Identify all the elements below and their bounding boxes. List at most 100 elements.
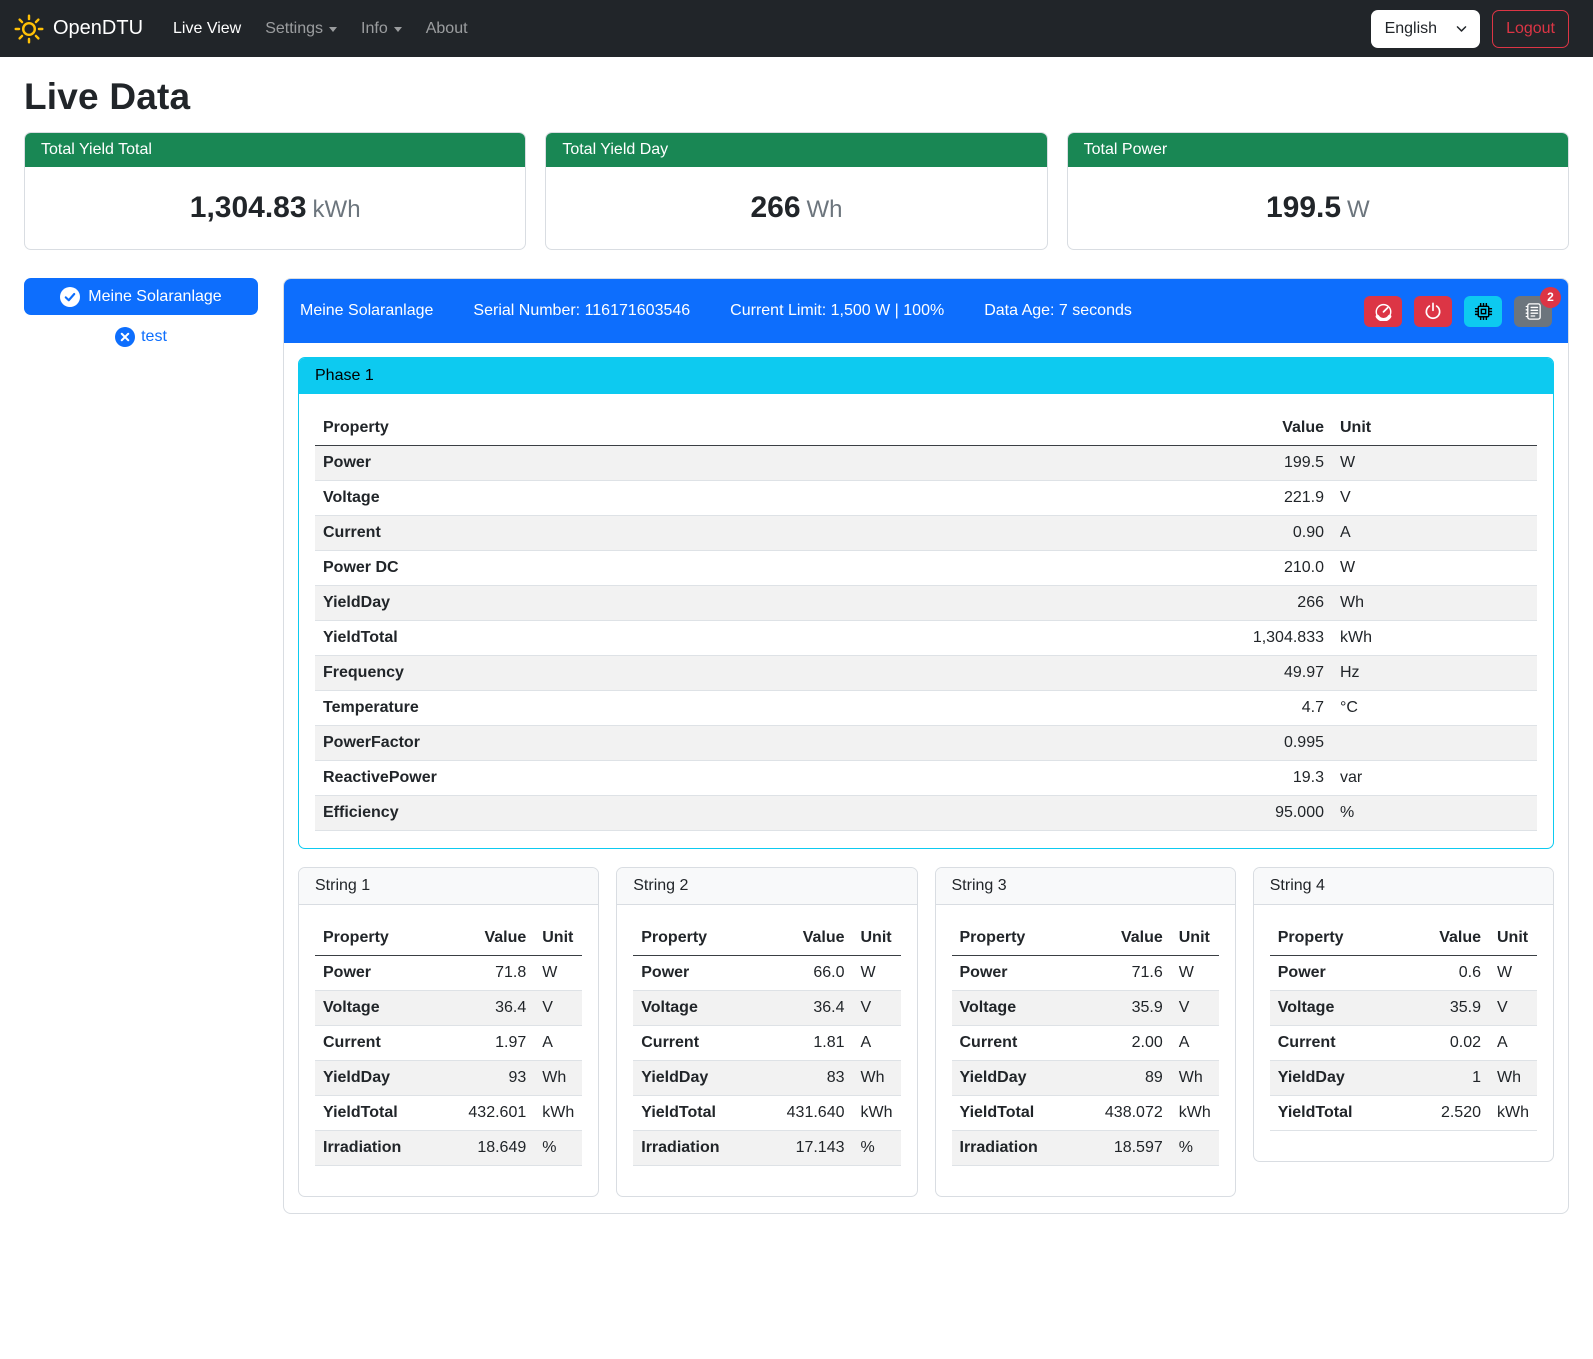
table-row: Voltage36.4V — [633, 991, 900, 1026]
limit-settings-button[interactable] — [1364, 296, 1402, 327]
page-title: Live Data — [24, 76, 1569, 118]
table-header-row: Property Value Unit — [315, 411, 1537, 446]
prop-cell: Power — [952, 956, 1075, 991]
card-body: 199.5W — [1068, 167, 1568, 249]
x-circle-icon — [115, 327, 135, 347]
event-count-badge: 2 — [1540, 287, 1561, 308]
language-select[interactable]: English — [1371, 10, 1480, 48]
value-cell: 4.7 — [923, 691, 1332, 726]
value-cell: 83 — [756, 1061, 852, 1096]
prop-cell: Voltage — [952, 991, 1075, 1026]
column-value: Value — [1404, 921, 1489, 956]
unit-cell: W — [853, 956, 901, 991]
prop-cell: Frequency — [315, 656, 923, 691]
prop-cell: YieldDay — [633, 1061, 756, 1096]
string-3-card: String 3 Property Value Unit — [935, 867, 1236, 1197]
event-log-button[interactable]: 2 — [1514, 296, 1552, 327]
prop-cell: Current — [952, 1026, 1075, 1061]
column-property: Property — [315, 921, 438, 956]
table-row: YieldTotal432.601kWh — [315, 1096, 582, 1131]
value-cell: 36.4 — [756, 991, 852, 1026]
card-header: Total Yield Day — [546, 133, 1046, 167]
table-row: YieldTotal431.640kWh — [633, 1096, 900, 1131]
logout-button[interactable]: Logout — [1492, 10, 1569, 48]
unit-cell: A — [1171, 1026, 1219, 1061]
unit-cell: A — [1489, 1026, 1537, 1061]
total-yield-day-value: 266 — [750, 191, 800, 224]
string-card-body: Property Value Unit Power66.0WVoltage36.… — [617, 905, 916, 1196]
column-value: Value — [756, 921, 852, 956]
string-2-table: Property Value Unit Power66.0WVoltage36.… — [633, 921, 900, 1166]
check-circle-icon — [60, 287, 80, 307]
value-cell: 199.5 — [923, 446, 1332, 481]
unit-cell: W — [1332, 551, 1537, 586]
unit-cell: Wh — [853, 1061, 901, 1096]
string-card-title: String 2 — [617, 868, 916, 905]
nav-item-live-view[interactable]: Live View — [161, 20, 253, 38]
prop-cell: Voltage — [315, 481, 923, 516]
page-container: Live Data Total Yield Total 1,304.83kWh … — [0, 76, 1593, 1224]
power-switch-button[interactable] — [1414, 296, 1452, 327]
table-row: Irradiation18.597% — [952, 1131, 1219, 1166]
phase-card-body: Property Value Unit Power199.5WVoltage22… — [299, 394, 1553, 848]
phase-card: Phase 1 Property Value Unit Power199.5WV… — [298, 357, 1554, 849]
unit-cell: Hz — [1332, 656, 1537, 691]
prop-cell: Irradiation — [633, 1131, 756, 1166]
unit-cell: Wh — [534, 1061, 582, 1096]
language-value: English — [1385, 20, 1437, 38]
inverter-button-selected[interactable]: Meine Solaranlage — [24, 278, 258, 315]
string-card-body: Property Value Unit Power0.6WVoltage35.9… — [1254, 905, 1553, 1161]
unit-cell: V — [1171, 991, 1219, 1026]
device-info-button[interactable] — [1464, 296, 1502, 327]
table-row: YieldDay89Wh — [952, 1061, 1219, 1096]
column-property: Property — [952, 921, 1075, 956]
brand[interactable]: OpenDTU — [14, 14, 143, 44]
value-cell: 19.3 — [923, 761, 1332, 796]
table-row: YieldTotal1,304.833kWh — [315, 621, 1537, 656]
value-cell: 0.995 — [923, 726, 1332, 761]
value-cell: 89 — [1074, 1061, 1170, 1096]
navbar: OpenDTU Live View Settings Info About En… — [0, 0, 1593, 57]
prop-cell: Power — [633, 956, 756, 991]
inverter-actions: 2 — [1364, 296, 1552, 327]
inverter-serial: Serial Number: 116171603546 — [473, 302, 690, 320]
nav-item-label: Settings — [265, 20, 323, 38]
nav-item-settings[interactable]: Settings — [253, 20, 349, 38]
column-unit: Unit — [853, 921, 901, 956]
value-cell: 432.601 — [438, 1096, 534, 1131]
unit-cell: A — [1332, 516, 1537, 551]
string-card-title: String 4 — [1254, 868, 1553, 905]
string-card-body: Property Value Unit Power71.8WVoltage36.… — [299, 905, 598, 1196]
column-unit: Unit — [534, 921, 582, 956]
table-row: YieldDay1Wh — [1270, 1061, 1537, 1096]
value-cell: 1.97 — [438, 1026, 534, 1061]
table-row: Voltage35.9V — [1270, 991, 1537, 1026]
unit-cell: W — [1489, 956, 1537, 991]
value-cell: 1.81 — [756, 1026, 852, 1061]
column-value: Value — [1074, 921, 1170, 956]
column-property: Property — [315, 411, 923, 446]
value-cell: 18.597 — [1074, 1131, 1170, 1166]
nav-item-about[interactable]: About — [414, 20, 480, 38]
prop-cell: YieldDay — [1270, 1061, 1404, 1096]
unit-cell: % — [1171, 1131, 1219, 1166]
unit-cell: °C — [1332, 691, 1537, 726]
prop-cell: Power DC — [315, 551, 923, 586]
nav-item-info[interactable]: Info — [349, 20, 414, 38]
value-cell: 95.000 — [923, 796, 1332, 831]
unit-cell: % — [1332, 796, 1537, 831]
table-header-row: Property Value Unit — [315, 921, 582, 956]
value-cell: 49.97 — [923, 656, 1332, 691]
value-cell: 35.9 — [1074, 991, 1170, 1026]
string-1-table: Property Value Unit Power71.8WVoltage36.… — [315, 921, 582, 1166]
unit-cell: Wh — [1332, 586, 1537, 621]
prop-cell: YieldTotal — [633, 1096, 756, 1131]
inverter-name: Meine Solaranlage — [300, 302, 433, 320]
inverter-item-offline[interactable]: test — [24, 327, 258, 347]
column-unit: Unit — [1171, 921, 1219, 956]
unit-cell: kWh — [853, 1096, 901, 1131]
total-power-card: Total Power 199.5W — [1067, 132, 1569, 250]
table-row: Efficiency95.000% — [315, 796, 1537, 831]
table-row: YieldDay266Wh — [315, 586, 1537, 621]
column-unit: Unit — [1489, 921, 1537, 956]
